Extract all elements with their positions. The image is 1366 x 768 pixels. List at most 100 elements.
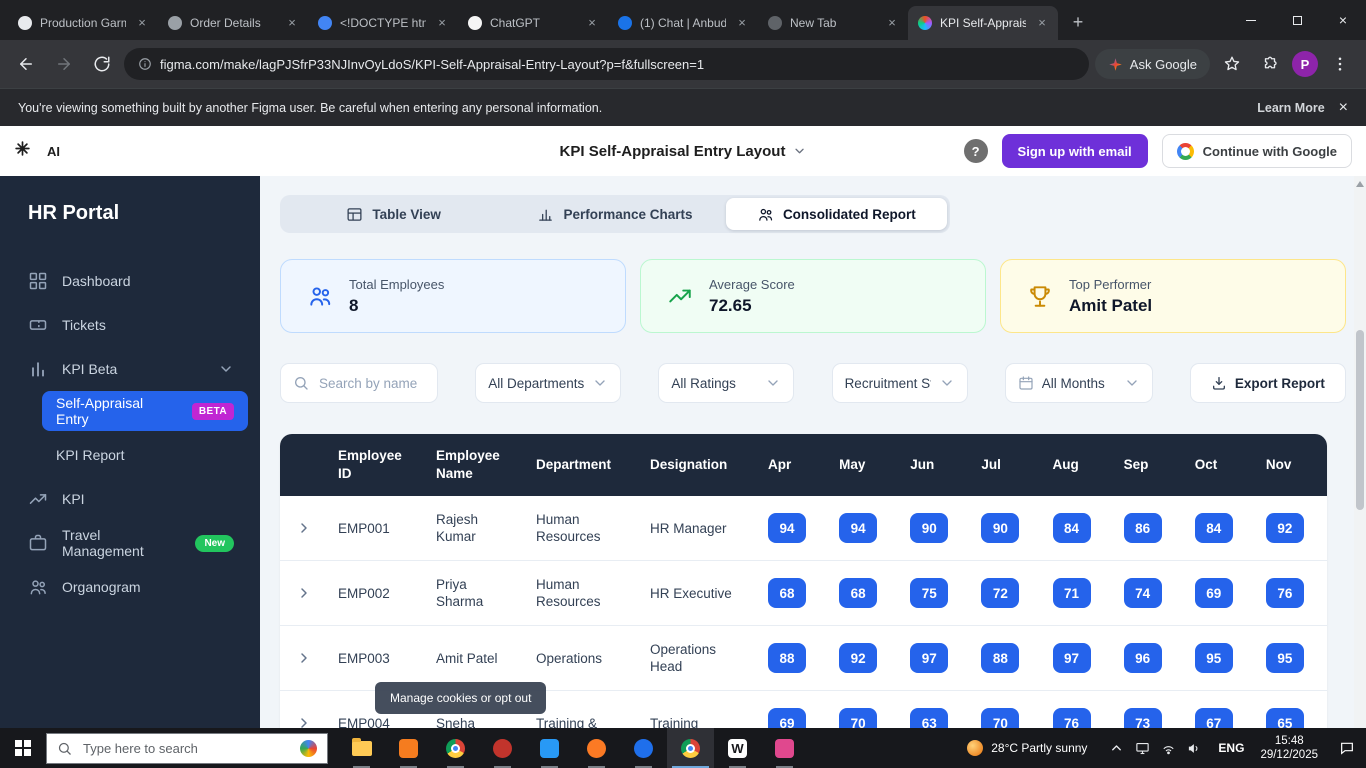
chevron-right-icon	[301, 718, 307, 728]
filter-bar: All Departments All Ratings Recruitment …	[280, 363, 1346, 403]
sidebar-item-dashboard[interactable]: Dashboard	[0, 259, 260, 303]
new-badge: New	[195, 534, 234, 552]
months-dropdown[interactable]: All Months	[1004, 363, 1153, 403]
browser-tab-1[interactable]: Order Details ×	[158, 6, 308, 40]
tab-table-view[interactable]: Table View	[283, 198, 504, 230]
browser-tab-2[interactable]: <!DOCTYPE htm ×	[308, 6, 458, 40]
start-button[interactable]	[0, 728, 46, 768]
site-info-icon[interactable]	[138, 57, 152, 71]
clock[interactable]: 15:48 29/12/2025	[1250, 734, 1328, 762]
tab-close-icon[interactable]: ×	[734, 15, 750, 31]
back-button[interactable]	[10, 48, 42, 80]
sidebar-item-organogram[interactable]: Organogram	[0, 565, 260, 609]
maximize-button[interactable]	[1274, 0, 1320, 40]
taskbar-search[interactable]	[46, 732, 328, 764]
action-center-button[interactable]	[1328, 728, 1366, 768]
sidebar-item-travel-management[interactable]: Travel Management New	[0, 521, 260, 565]
chevron-down-icon	[941, 380, 952, 386]
stream-dropdown[interactable]: Recruitment Strea	[831, 363, 968, 403]
search-field[interactable]	[280, 363, 438, 403]
figma-apps-icon[interactable]	[14, 140, 31, 162]
active-browser-icon[interactable]	[667, 728, 714, 768]
ask-google-button[interactable]: Ask Google	[1094, 49, 1210, 79]
chrome-icon[interactable]	[432, 728, 479, 768]
language-indicator[interactable]: ENG	[1212, 741, 1250, 755]
app-icon-red[interactable]	[479, 728, 526, 768]
browser-tab-active[interactable]: KPI Self-Apprais ×	[908, 6, 1058, 40]
app-icon-pink[interactable]	[761, 728, 808, 768]
sidebar-item-kpi-beta[interactable]: KPI Beta	[0, 347, 260, 391]
bookmark-button[interactable]	[1216, 48, 1248, 80]
page-scrollbar[interactable]	[1354, 176, 1366, 728]
signup-email-button[interactable]: Sign up with email	[1001, 134, 1148, 168]
learn-more-link[interactable]: Learn More	[1257, 101, 1324, 115]
new-tab-button[interactable]: +	[1064, 8, 1092, 36]
score-badge: 71	[1052, 578, 1091, 609]
wifi-icon[interactable]	[1161, 741, 1176, 756]
tab-performance-charts[interactable]: Performance Charts	[504, 198, 725, 230]
monitor-icon[interactable]	[1135, 741, 1150, 756]
export-report-button[interactable]: Export Report	[1189, 363, 1346, 403]
tab-favicon	[168, 16, 182, 30]
app-icon-orange[interactable]	[385, 728, 432, 768]
scrollbar-thumb[interactable]	[1356, 330, 1364, 510]
copilot-icon[interactable]	[300, 739, 317, 757]
score-badge: 94	[768, 513, 806, 544]
extensions-button[interactable]	[1254, 48, 1286, 80]
browser-tab-4[interactable]: (1) Chat | Anbud ×	[608, 6, 758, 40]
vscode-icon[interactable]	[526, 728, 573, 768]
ratings-dropdown[interactable]: All Ratings	[658, 363, 795, 403]
sidebar-item-tickets[interactable]: Tickets	[0, 303, 260, 347]
file-explorer-icon[interactable]	[338, 728, 385, 768]
minimize-button[interactable]	[1228, 0, 1274, 40]
tab-close-icon[interactable]: ×	[584, 15, 600, 31]
xampp-icon[interactable]	[573, 728, 620, 768]
help-button[interactable]: ?	[963, 139, 988, 163]
banner-close-icon[interactable]: ×	[1339, 99, 1348, 117]
row-expander[interactable]	[280, 691, 328, 728]
taskbar-search-input[interactable]	[81, 739, 291, 757]
table-row[interactable]: EMP002 Priya Sharma Human Resources HR E…	[280, 561, 1327, 627]
tab-close-icon[interactable]: ×	[434, 15, 450, 31]
row-expander[interactable]	[280, 561, 328, 625]
file-title[interactable]: KPI Self-Appraisal Entry Layout	[560, 143, 807, 160]
volume-icon[interactable]	[1187, 741, 1202, 756]
forward-button[interactable]	[48, 48, 80, 80]
tab-close-icon[interactable]: ×	[1034, 15, 1050, 31]
row-expander[interactable]	[280, 626, 328, 690]
mail-app-icon[interactable]	[620, 728, 667, 768]
browser-toolbar: figma.com/make/lagPJSfrP33NJInvOyLdoS/KP…	[0, 40, 1366, 88]
sidebar-item-kpi-report[interactable]: KPI Report	[0, 433, 260, 477]
sidebar-item-self-appraisal[interactable]: Self-Appraisal Entry BETA	[42, 391, 248, 431]
cookies-tooltip: Manage cookies or opt out	[375, 682, 547, 714]
tab-close-icon[interactable]: ×	[284, 15, 300, 31]
ai-label[interactable]: AI	[47, 144, 60, 159]
continue-google-button[interactable]: Continue with Google	[1161, 134, 1352, 168]
score-badge: 88	[981, 643, 1020, 674]
reload-button[interactable]	[86, 48, 118, 80]
sidebar-item-kpi[interactable]: KPI	[0, 477, 260, 521]
browser-menu-button[interactable]	[1324, 48, 1356, 80]
tab-consolidated-report[interactable]: Consolidated Report	[725, 198, 947, 230]
chevron-right-icon	[301, 588, 307, 599]
browser-tab-5[interactable]: New Tab ×	[758, 6, 908, 40]
table-row[interactable]: EMP001 Rajesh Kumar Human Resources HR M…	[280, 496, 1327, 562]
tab-close-icon[interactable]: ×	[134, 15, 150, 31]
row-expander[interactable]	[280, 496, 328, 560]
profile-avatar[interactable]: P	[1292, 51, 1318, 77]
browser-tab-3[interactable]: ChatGPT ×	[458, 6, 608, 40]
departments-dropdown[interactable]: All Departments	[475, 363, 622, 403]
search-input[interactable]	[317, 374, 425, 392]
briefcase-icon	[28, 533, 48, 553]
score-badge: 96	[1123, 643, 1162, 674]
browser-tab-0[interactable]: Production Garm ×	[8, 6, 158, 40]
window-controls: ×	[1228, 0, 1366, 40]
close-button[interactable]: ×	[1320, 0, 1366, 40]
col-designation: Designation	[650, 457, 728, 473]
weather-widget[interactable]: 28°C Partly sunny	[955, 740, 1099, 756]
w-app-icon[interactable]: W	[714, 728, 761, 768]
tab-close-icon[interactable]: ×	[884, 15, 900, 31]
scroll-up-arrow[interactable]	[1356, 181, 1364, 187]
address-bar[interactable]: figma.com/make/lagPJSfrP33NJInvOyLdoS/KP…	[124, 48, 1089, 80]
chevron-up-icon[interactable]	[1109, 741, 1124, 756]
